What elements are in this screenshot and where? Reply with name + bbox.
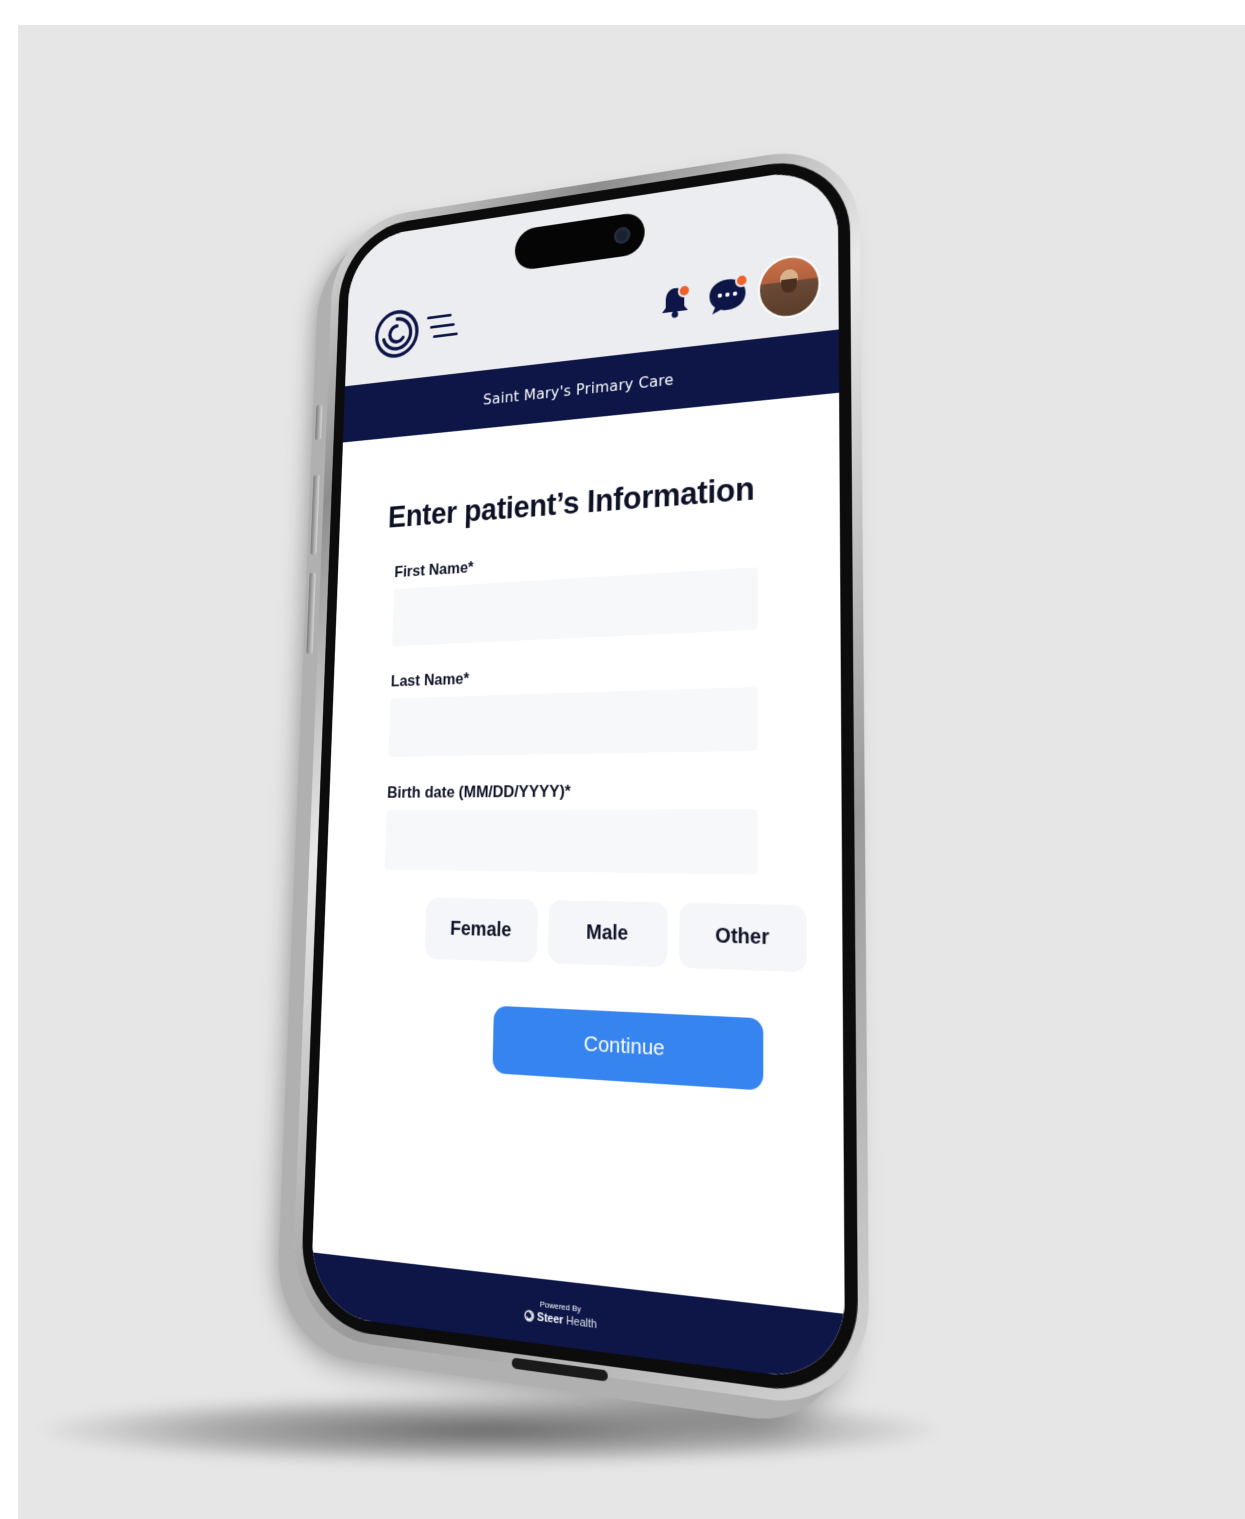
- avatar[interactable]: [757, 251, 821, 322]
- notification-bell-icon[interactable]: [656, 280, 693, 322]
- birth-date-field[interactable]: [384, 809, 758, 875]
- gender-other-button[interactable]: Other: [679, 902, 807, 973]
- chat-icon[interactable]: [707, 271, 751, 318]
- camera-icon: [613, 225, 631, 245]
- logo-icon[interactable]: [373, 305, 421, 362]
- first-name-field[interactable]: [392, 567, 758, 647]
- phone-shadow: [40, 1395, 940, 1465]
- phone-screen: Saint Mary's Primary Care Enter patient’…: [309, 164, 846, 1385]
- practice-name: Saint Mary's Primary Care: [482, 369, 674, 408]
- avatar-beard: [781, 278, 797, 294]
- phone-stage: Saint Mary's Primary Care Enter patient’…: [215, 130, 995, 1414]
- first-name-label: First Name*: [394, 558, 474, 581]
- brand-name-bold: Steer: [536, 1310, 564, 1327]
- birth-date-label: Birth date (MM/DD/YYYY)*: [386, 781, 571, 802]
- last-name-field[interactable]: [388, 686, 758, 757]
- steer-logo-icon: [524, 1309, 535, 1322]
- gender-female-button[interactable]: Female: [424, 897, 538, 963]
- gender-male-button[interactable]: Male: [547, 900, 668, 968]
- mute-switch: [314, 404, 323, 441]
- volume-down-button: [306, 572, 316, 654]
- brand-name-light: Health: [566, 1313, 597, 1331]
- page-title: Enter patient’s Information: [387, 469, 755, 535]
- volume-up-button: [310, 474, 320, 555]
- form-content: Enter patient’s Information First Name* …: [312, 392, 845, 1314]
- steer-health-logo: Steer Health: [524, 1309, 597, 1331]
- continue-button[interactable]: Continue: [492, 1005, 764, 1091]
- menu-icon[interactable]: [426, 311, 460, 342]
- gender-selector: Female Male Other: [424, 897, 807, 973]
- last-name-label: Last Name*: [390, 669, 470, 691]
- phone-device: Saint Mary's Primary Care Enter patient’…: [290, 140, 870, 1414]
